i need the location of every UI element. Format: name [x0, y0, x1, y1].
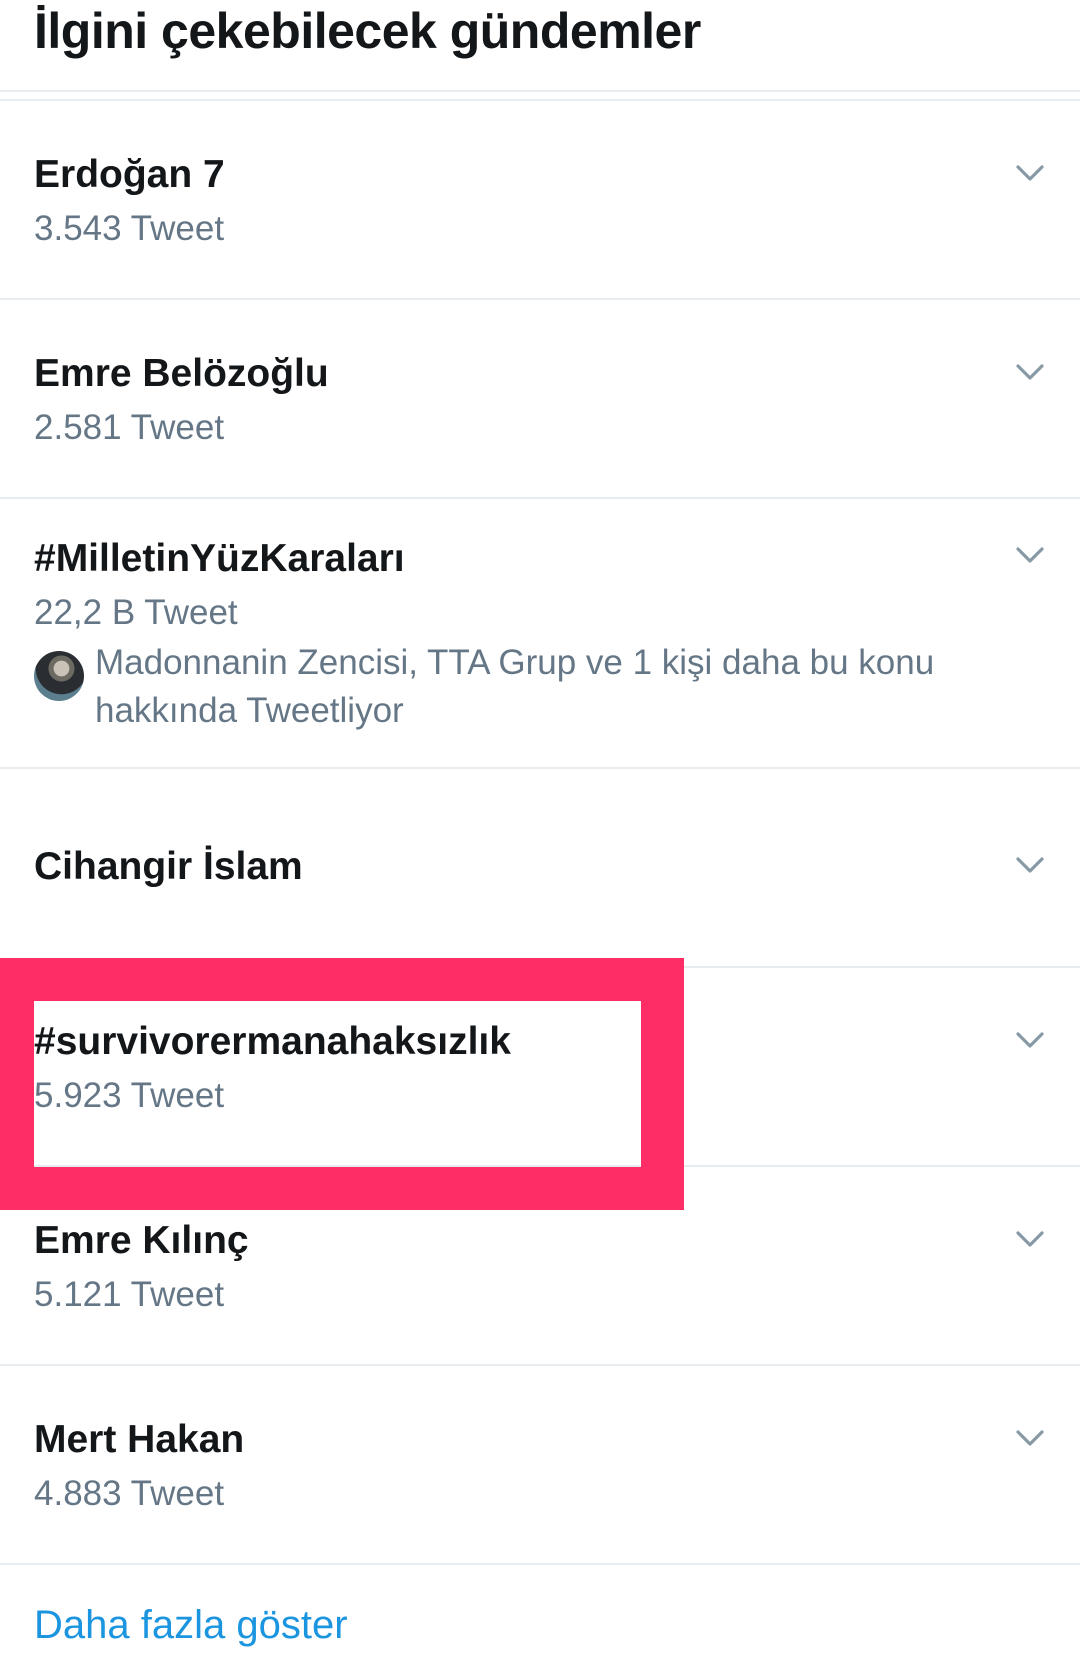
show-more-link[interactable]: Daha fazla göster — [34, 1600, 348, 1650]
chevron-down-icon[interactable] — [1010, 1418, 1050, 1458]
chevron-down-icon[interactable] — [1010, 1020, 1050, 1060]
trend-name: Erdoğan 7 — [34, 153, 225, 196]
trend-tweet-count: 2.581 Tweet — [34, 408, 225, 447]
chevron-down-icon[interactable] — [1010, 1219, 1050, 1259]
chevron-down-icon[interactable] — [1010, 352, 1050, 392]
trend-item[interactable]: #survivorermanahaksızlık 5.923 Tweet — [0, 968, 1080, 1167]
trend-context-text: Madonnanin Zencisi, TTA Grup ve 1 kişi d… — [95, 639, 995, 735]
trend-name: #survivorermanahaksızlık — [34, 1020, 511, 1063]
chevron-down-icon[interactable] — [1010, 153, 1050, 193]
trend-name: Cihangir İslam — [34, 845, 303, 888]
trend-name: Emre Belözoğlu — [34, 352, 329, 395]
trend-tweet-count: 22,2 B Tweet — [34, 593, 238, 632]
chevron-down-icon[interactable] — [1010, 845, 1050, 885]
avatar — [34, 651, 84, 701]
section-header: İlgini çekebilecek gündemler — [0, 0, 1080, 92]
trend-item[interactable]: Cihangir İslam — [0, 769, 1080, 968]
trend-context: Madonnanin Zencisi, TTA Grup ve 1 kişi d… — [34, 639, 1000, 739]
trend-context-line: hakkında Tweetliyor — [95, 691, 404, 730]
section-title: İlgini çekebilecek gündemler — [34, 3, 701, 59]
trend-item[interactable]: Erdoğan 7 3.543 Tweet — [0, 101, 1080, 300]
trend-item[interactable]: Mert Hakan 4.883 Tweet — [0, 1366, 1080, 1565]
chevron-down-icon[interactable] — [1010, 535, 1050, 575]
trend-item[interactable]: Emre Kılınç 5.121 Tweet — [0, 1167, 1080, 1366]
trend-item[interactable]: #MilletinYüzKaraları 22,2 B Tweet Madonn… — [0, 499, 1080, 769]
trend-name: #MilletinYüzKaraları — [34, 537, 405, 580]
trend-tweet-count: 4.883 Tweet — [34, 1474, 225, 1513]
trend-tweet-count: 5.121 Tweet — [34, 1275, 225, 1314]
trend-item[interactable]: Emre Belözoğlu 2.581 Tweet — [0, 300, 1080, 499]
trend-context-line: Madonnanin Zencisi, TTA Grup ve 1 kişi d… — [95, 643, 935, 682]
trend-name: Emre Kılınç — [34, 1219, 249, 1262]
trend-tweet-count: 5.923 Tweet — [34, 1076, 225, 1115]
trend-tweet-count: 3.543 Tweet — [34, 209, 225, 248]
trend-name: Mert Hakan — [34, 1418, 245, 1461]
